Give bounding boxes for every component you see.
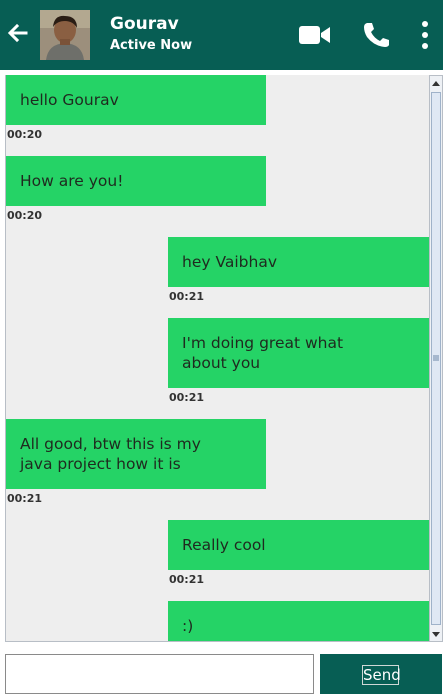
message-list[interactable]: hello Gourav 00:20 How are you! 00:20 he… [5,75,430,642]
message-time: 00:20 [7,128,43,141]
contact-name: Gourav [110,14,179,34]
message-input[interactable] [5,654,314,694]
chat-header: Gourav Active Now [0,0,443,70]
vertical-scrollbar[interactable] [429,75,443,642]
message-text: hey Vaibhav [182,253,277,271]
message-text: :) [182,617,194,635]
back-arrow-icon[interactable] [6,21,30,45]
send-button-label: Send [362,665,401,685]
grip-icon [433,355,439,361]
message-bubble: How are you! [6,156,266,206]
message-bubble: I'm doing great what about you [168,318,430,388]
contact-status: Active Now [110,38,193,53]
message-bubble: hello Gourav [6,75,266,125]
phone-icon[interactable] [362,21,392,49]
message-text: All good, btw this is my java project ho… [20,435,201,473]
avatar[interactable] [40,10,90,60]
more-vertical-icon[interactable] [417,19,433,51]
video-call-icon[interactable] [298,23,332,47]
scroll-down-icon[interactable] [430,627,442,641]
message-time: 00:21 [169,391,205,404]
scroll-up-icon[interactable] [430,76,442,90]
send-button[interactable]: Send [320,654,442,694]
message-time: 00:21 [7,492,43,505]
message-time: 00:21 [169,573,205,586]
message-bubble: hey Vaibhav [168,237,430,287]
message-text: How are you! [20,172,124,190]
message-bubble: Really cool [168,520,430,570]
message-text: Really cool [182,536,266,554]
scrollbar-thumb[interactable] [431,92,441,625]
message-bubble: All good, btw this is my java project ho… [6,419,266,489]
message-bubble: :) [168,601,430,641]
message-text: I'm doing great what about you [182,334,344,372]
message-time: 00:21 [169,290,205,303]
message-text: hello Gourav [20,91,119,109]
message-time: 00:20 [7,209,43,222]
